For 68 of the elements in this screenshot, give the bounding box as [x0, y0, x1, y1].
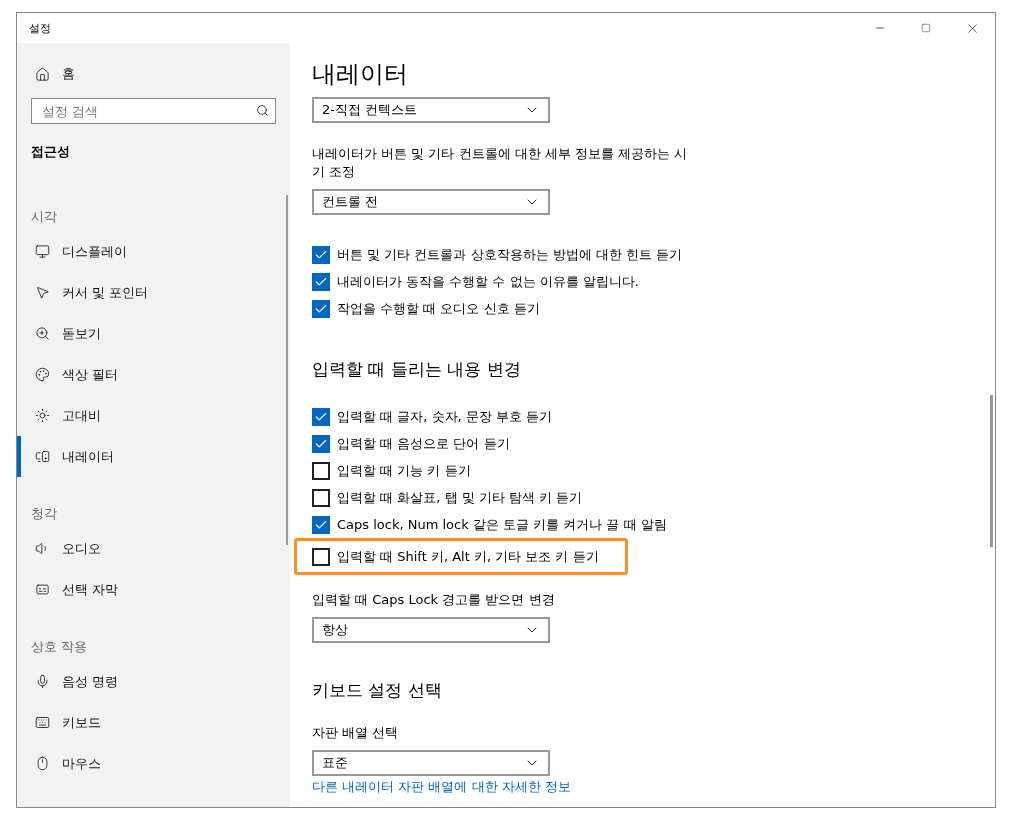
nav-item[interactable]: 디스플레이	[17, 231, 290, 272]
nav-item[interactable]: 커서 및 포인터	[17, 272, 290, 313]
section-heading: 키보드 설정 선택	[312, 679, 443, 702]
monitor-icon	[35, 244, 50, 259]
pointer-icon	[35, 285, 50, 300]
info-link[interactable]: 다른 내레이터 자판 배열에 대한 자세한 정보	[312, 779, 571, 794]
nav-item[interactable]: 고대비	[17, 395, 290, 436]
maximize-icon	[921, 23, 931, 33]
checkbox[interactable]	[312, 461, 330, 480]
checkbox-option[interactable]: 버튼 및 기타 컨트롤과 상호작용하는 방법에 대한 힌트 듣기	[312, 241, 683, 268]
keyboard-icon	[35, 715, 50, 730]
dropdown[interactable]: 표준	[312, 750, 550, 776]
palette-icon	[35, 367, 50, 382]
checkbox-option[interactable]: Caps lock, Num lock 같은 토글 키를 켜거나 끌 때 알림	[312, 511, 667, 538]
checkbox[interactable]	[312, 488, 330, 507]
option-label: 입력할 때 기능 키 듣기	[337, 461, 471, 480]
option-label: Caps lock, Num lock 같은 토글 키를 켜거나 끌 때 알림	[337, 515, 667, 534]
dropdown[interactable]: 2-직접 컨텍스트	[312, 97, 550, 123]
group-heading: 시각	[31, 208, 58, 226]
group-heading: 청각	[31, 505, 58, 523]
section-heading: 입력할 때 들리는 내용 변경	[312, 358, 522, 381]
option-label: 작업을 수행할 때 오디오 신호 듣기	[337, 299, 540, 318]
checkbox[interactable]	[312, 407, 330, 426]
option-label: 입력할 때 Shift 키, Alt 키, 기타 보조 키 듣기	[337, 547, 599, 566]
search-icon	[256, 104, 269, 117]
sun-icon	[35, 408, 50, 423]
option-label: 버튼 및 기타 컨트롤과 상호작용하는 방법에 대한 힌트 듣기	[337, 245, 683, 264]
checkbox-option[interactable]: 입력할 때 글자, 숫자, 문장 부호 듣기	[312, 403, 553, 430]
magnifier-icon	[35, 326, 50, 341]
checkbox-option[interactable]: 입력할 때 화살표, 탭 및 기타 탐색 키 듣기	[312, 484, 583, 511]
checkbox-option[interactable]: 입력할 때 Shift 키, Alt 키, 기타 보조 키 듣기	[294, 538, 628, 575]
captions-icon	[35, 582, 50, 597]
dropdown[interactable]: 컨트롤 전	[312, 189, 550, 215]
checkbox[interactable]	[312, 245, 330, 264]
microphone-icon	[35, 674, 50, 689]
checkbox[interactable]	[312, 547, 330, 566]
option-label: 내레이터가 동작을 수행할 수 없는 이유를 알립니다.	[337, 272, 639, 291]
nav-item[interactable]: 선택 자막	[17, 569, 290, 610]
home-icon	[35, 66, 50, 82]
checkbox-option[interactable]: 입력할 때 기능 키 듣기	[312, 457, 471, 484]
checkbox-option[interactable]: 입력할 때 음성으로 단어 듣기	[312, 430, 510, 457]
option-label: 입력할 때 화살표, 탭 및 기타 탐색 키 듣기	[337, 488, 583, 507]
checkbox-option[interactable]: 내레이터가 동작을 수행할 수 없는 이유를 알립니다.	[312, 268, 639, 295]
setting-label: 내레이터가 버튼 및 기타 컨트롤에 대한 세부 정보를 제공하는 시기 조정	[312, 145, 688, 181]
home-nav-item[interactable]: 홈	[17, 53, 290, 95]
group-heading: 상호 작용	[31, 638, 89, 656]
nav-item[interactable]: 음성 명령	[17, 661, 290, 702]
window-title: 설정	[29, 20, 51, 36]
option-label: 입력할 때 음성으로 단어 듣기	[337, 434, 510, 453]
nav-item[interactable]: 돋보기	[17, 313, 290, 354]
search-field[interactable]: 설정 검색	[31, 98, 276, 124]
checkbox[interactable]	[312, 515, 330, 534]
setting-label: 자판 배열 선택	[312, 724, 400, 742]
nav-item[interactable]: 색상 필터	[17, 354, 290, 395]
page-title: 내레이터	[312, 59, 409, 90]
nav-item[interactable]: 마우스	[17, 743, 290, 784]
setting-label: 입력할 때 Caps Lock 경고를 받으면 변경	[312, 591, 556, 609]
option-label: 입력할 때 글자, 숫자, 문장 부호 듣기	[337, 407, 553, 426]
checkbox[interactable]	[312, 434, 330, 453]
checkbox[interactable]	[312, 272, 330, 291]
narrator-icon	[35, 449, 50, 464]
checkbox[interactable]	[312, 299, 330, 318]
mouse-icon	[35, 756, 50, 771]
nav-item[interactable]: 키보드	[17, 702, 290, 743]
dropdown[interactable]: 항상	[312, 617, 550, 643]
category-title: 접근성	[31, 143, 71, 161]
nav-item[interactable]: 오디오	[17, 528, 290, 569]
checkbox-option[interactable]: 작업을 수행할 때 오디오 신호 듣기	[312, 295, 540, 322]
